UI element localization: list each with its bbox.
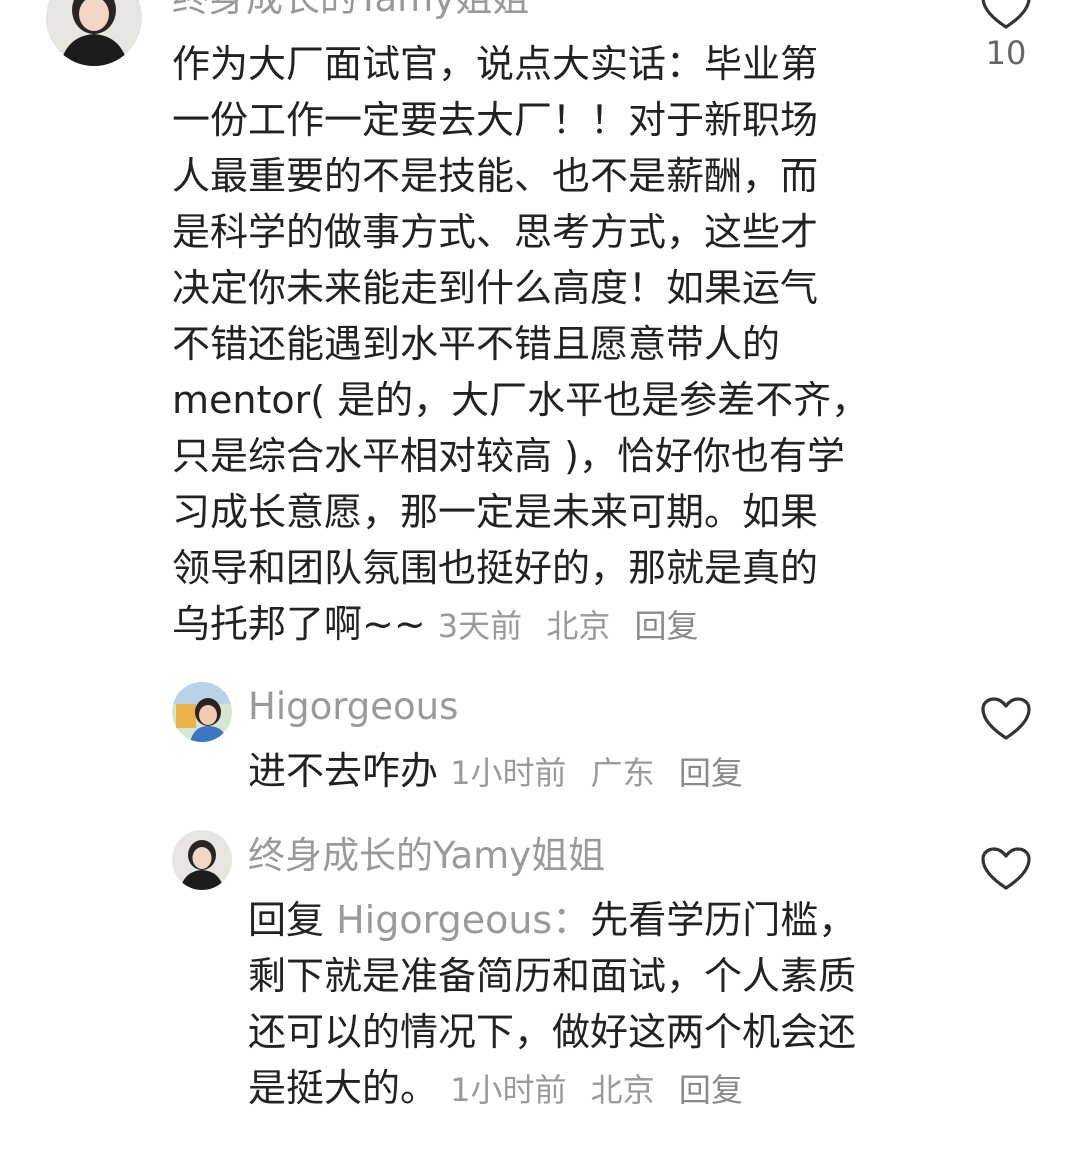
comment-line: 乌托邦了啊~~ [172, 602, 426, 646]
heart-outline-icon [981, 697, 1031, 740]
comment-text: 回复 Higorgeous：先看学历门槛， 剩下就是准备简历和面试，个人素质 还… [248, 892, 856, 1118]
comment-line: 只是综合水平相对较高 )，恰好你也有学 [172, 434, 845, 478]
avatar[interactable] [172, 682, 232, 742]
comment-time: 1小时前 [450, 754, 567, 792]
comment-text: 作为大厂面试官，说点大实话：毕业第 一份工作一定要去大厂！！对于新职场 人最重要… [172, 36, 869, 654]
comment-line: 作为大厂面试官，说点大实话：毕业第 [172, 42, 819, 86]
comment-line: 一份工作一定要去大厂！！对于新职场 [172, 98, 819, 142]
comment-location: 北京 [590, 1071, 655, 1109]
comment-line: 人最重要的不是技能、也不是薪酬，而 [172, 154, 819, 198]
comment-username[interactable]: 终身成长的Yamy姐姐 [172, 0, 529, 17]
like-button[interactable] [978, 697, 1034, 741]
comment-line: 进不去咋办 [248, 749, 439, 793]
comment-last-line: 乌托邦了啊~~ 3天前 北京 回复 [172, 596, 869, 654]
comment-line: 不错还能遇到水平不错且愿意带人的 [172, 322, 781, 366]
comment-line: 先看学历门槛， [590, 898, 857, 942]
comment-meta: 1小时前 广东 回复 [450, 754, 757, 792]
reply-button[interactable]: 回复 [679, 1071, 743, 1109]
comment-meta: 1小时前 北京 回复 [450, 1071, 757, 1109]
comment-line: mentor( 是的，大厂水平也是参差不齐， [172, 378, 870, 422]
comment-line: 回复 Higorgeous：先看学历门槛， [248, 892, 856, 948]
comment-time: 3天前 [437, 607, 523, 645]
heart-outline-icon [981, 847, 1031, 890]
reply-prefix: 回复 [248, 898, 325, 942]
heart-outline-icon [981, 0, 1031, 29]
comment-location: 北京 [546, 607, 611, 645]
comment-username[interactable]: 终身成长的Yamy姐姐 [248, 837, 605, 874]
comment-line: 决定你未来能走到什么高度！如果运气 [172, 266, 819, 310]
comment-line: 是挺大的。 [248, 1066, 439, 1110]
comment-last-line: 是挺大的。 1小时前 北京 回复 [248, 1060, 856, 1118]
reply-target-username[interactable]: Higorgeous： [336, 898, 590, 942]
comment-line: 习成长意愿，那一定是未来可期。如果 [172, 490, 819, 534]
reply-button[interactable]: 回复 [679, 754, 743, 792]
comment-meta: 3天前 北京 回复 [438, 607, 713, 645]
comment-location: 广东 [590, 754, 655, 792]
comment-line: 剩下就是准备简历和面试，个人素质 [248, 954, 857, 998]
comment-text: 进不去咋办 1小时前 广东 回复 [248, 743, 757, 801]
like-button[interactable] [978, 847, 1034, 891]
comment-last-line: 进不去咋办 1小时前 广东 回复 [248, 743, 757, 801]
like-button[interactable]: 10 [978, 0, 1034, 72]
comment-line: 领导和团队氛围也挺好的，那就是真的 [172, 546, 819, 590]
like-count: 10 [985, 34, 1027, 72]
reply-button[interactable]: 回复 [635, 607, 699, 645]
comment-time: 1小时前 [450, 1071, 567, 1109]
comment-line: 是科学的做事方式、思考方式，这些才 [172, 210, 819, 254]
comment-username[interactable]: Higorgeous [248, 688, 458, 725]
avatar[interactable] [46, 0, 142, 66]
avatar[interactable] [172, 830, 232, 890]
comment-line: 还可以的情况下，做好这两个机会还 [248, 1010, 857, 1054]
